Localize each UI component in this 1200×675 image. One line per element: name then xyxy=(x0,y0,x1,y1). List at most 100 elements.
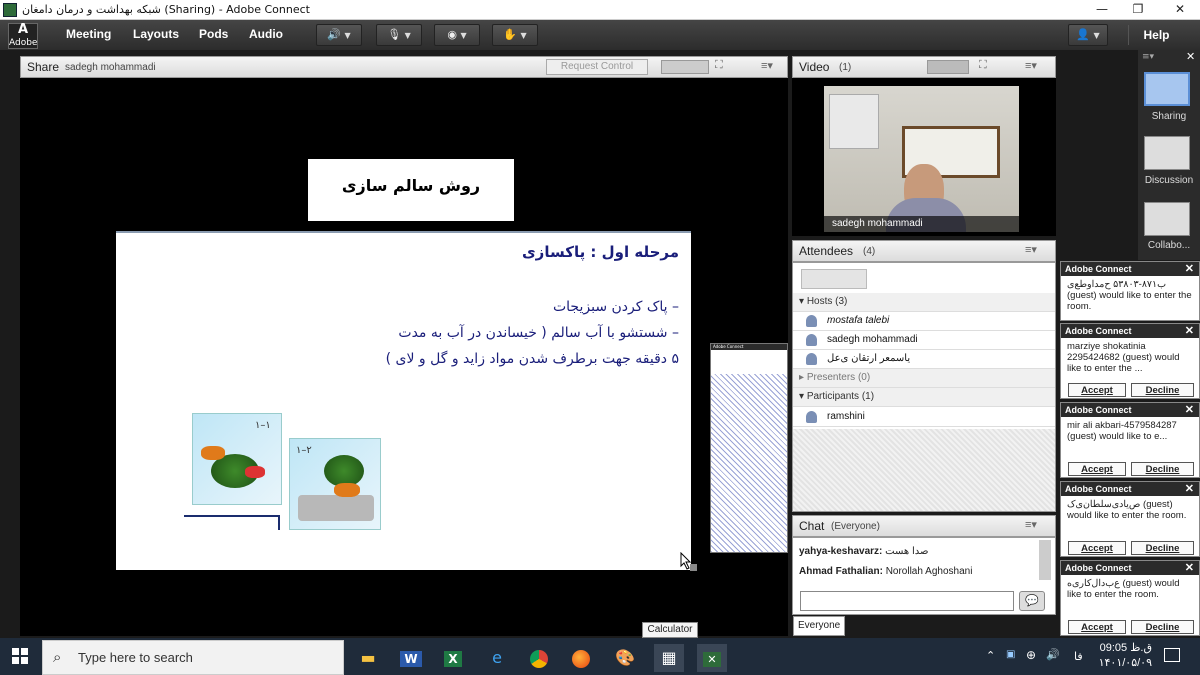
microphone-button[interactable]: 🎙 ▼ xyxy=(376,24,422,46)
language-indicator[interactable]: فا xyxy=(1074,650,1083,663)
webcam-button[interactable]: ◉ ▼ xyxy=(434,24,480,46)
user-icon xyxy=(806,411,817,423)
search-icon: ⌕ xyxy=(53,649,62,666)
search-placeholder: Type here to search xyxy=(78,650,193,665)
maximize-button[interactable]: ❐ xyxy=(1122,0,1154,20)
close-icon[interactable]: ✕ xyxy=(1185,561,1194,575)
group-participants[interactable]: ▾ Participants (1) xyxy=(793,388,1055,407)
taskbar-search-box[interactable]: ⌕ Type here to search xyxy=(42,640,344,675)
attendees-pod-title: Attendees xyxy=(799,244,854,258)
notification-center-icon[interactable] xyxy=(1164,648,1180,662)
close-icon[interactable]: ✕ xyxy=(1185,262,1194,276)
chrome-icon[interactable] xyxy=(524,644,554,672)
chevron-down-icon: ▾ xyxy=(799,391,805,402)
paint-icon[interactable]: 🎨 xyxy=(610,644,640,672)
request-control-button[interactable]: Request Control xyxy=(546,59,648,75)
notification-panel: Adobe Connect ✕ marziye shokatinia 229542… xyxy=(1060,323,1200,399)
adobe-connect-taskbar-icon[interactable]: ✕ xyxy=(697,644,727,672)
excel-icon[interactable]: X xyxy=(438,644,468,672)
decline-button[interactable]: Decline xyxy=(1131,383,1194,397)
calculator-tooltip: Calculator xyxy=(642,622,698,638)
help-menu[interactable]: Help xyxy=(1128,25,1184,45)
accept-button[interactable]: Accept xyxy=(1068,620,1126,634)
share-view-toggle-icon[interactable] xyxy=(661,60,709,74)
user-icon xyxy=(806,353,817,365)
fullscreen-icon[interactable]: ⛶ xyxy=(979,59,987,72)
volume-icon[interactable]: 🔊 xyxy=(1046,648,1060,661)
calculator-icon[interactable]: ▦ xyxy=(654,644,684,672)
accept-button[interactable]: Accept xyxy=(1068,541,1126,555)
attendee-row[interactable]: mostafa talebi xyxy=(793,312,1055,331)
layout-sharing-thumb[interactable] xyxy=(1144,72,1190,106)
attendee-row[interactable]: sadegh mohammadi xyxy=(793,331,1055,350)
attendee-row[interactable]: یاسمعر ارتقان ی‌عل xyxy=(793,350,1055,369)
decline-button[interactable]: Decline xyxy=(1131,620,1194,634)
slide-content: مرحله اول : پاکسازی – پاک کردن سبزیجات –… xyxy=(116,231,691,570)
rail-menu-icon[interactable]: ≡▾ xyxy=(1142,52,1154,62)
menu-layouts[interactable]: Layouts xyxy=(133,27,179,41)
chat-input[interactable] xyxy=(800,591,1014,611)
pod-menu-icon[interactable]: ≡▾ xyxy=(1025,518,1037,531)
chat-scrollbar[interactable] xyxy=(1039,540,1051,580)
chat-recipient-select[interactable]: Everyone xyxy=(793,616,845,636)
chat-send-button[interactable]: 💬 xyxy=(1019,591,1045,611)
accept-button[interactable]: Accept xyxy=(1068,383,1126,397)
notification-header: Adobe Connect ✕ xyxy=(1061,324,1199,338)
layout-collaboration-label: Collabo... xyxy=(1147,240,1191,251)
raise-hand-button[interactable]: ✋ ▼ xyxy=(492,24,538,46)
attendee-view-toggle-icon[interactable] xyxy=(801,269,867,289)
pod-menu-icon[interactable]: ≡▾ xyxy=(1025,59,1037,72)
user-icon xyxy=(806,334,817,346)
speaker-icon: 🔊 xyxy=(327,28,342,41)
user-status-button[interactable]: 👤 ▼ xyxy=(1068,24,1108,46)
decline-button[interactable]: Decline xyxy=(1131,462,1194,476)
webcam-feed: sadegh mohammadi xyxy=(824,86,1019,232)
fullscreen-icon[interactable]: ⛶ xyxy=(715,59,731,75)
close-icon[interactable]: ✕ xyxy=(1185,482,1194,496)
share-pod-title: Share xyxy=(27,60,60,74)
attendee-row[interactable]: ramshini xyxy=(793,408,1055,427)
decline-button[interactable]: Decline xyxy=(1131,541,1194,555)
notification-header: Adobe Connect ✕ xyxy=(1061,262,1199,276)
pod-menu-icon[interactable]: ≡▾ xyxy=(1025,243,1037,256)
close-button[interactable]: ✕ xyxy=(1164,0,1196,20)
word-icon[interactable]: W xyxy=(396,644,426,672)
group-hosts[interactable]: ▾ Hosts (3) xyxy=(793,293,1055,312)
pod-menu-icon[interactable]: ≡▾ xyxy=(761,59,773,72)
minimize-button[interactable]: — xyxy=(1086,0,1118,20)
chat-pod-header: Chat (Everyone) ≡▾ xyxy=(792,515,1056,537)
chevron-right-icon: ▸ xyxy=(799,372,805,383)
video-layout-icon[interactable] xyxy=(927,60,969,74)
notification-body: ب۸۷۱-۵۳۸۰۳ ح‌مداوطع‌ی (guest) would like… xyxy=(1067,279,1192,312)
windows-start-icon[interactable] xyxy=(12,648,28,664)
chevron-down-icon: ▼ xyxy=(520,31,527,40)
user-icon xyxy=(806,315,817,327)
menu-meeting[interactable]: Meeting xyxy=(66,27,111,41)
notification-body: ع‌ب‌دال‌کا‌ری‌ه (guest) would like to en… xyxy=(1067,578,1180,600)
tray-chevron-up-icon[interactable]: ⌃ xyxy=(986,649,995,662)
close-icon[interactable]: ✕ xyxy=(1185,403,1194,417)
internet-explorer-icon[interactable]: e xyxy=(482,644,512,672)
group-presenters[interactable]: ▸ Presenters (0) xyxy=(793,369,1055,388)
close-icon[interactable]: ✕ xyxy=(1185,324,1194,338)
tray-app-icon[interactable]: ▣ xyxy=(1006,649,1015,660)
speaker-toggle-button[interactable]: 🔊 ▼ xyxy=(316,24,362,46)
attendees-list: ▾ Hosts (3) mostafa talebi sadegh mohamm… xyxy=(792,262,1056,512)
accept-button[interactable]: Accept xyxy=(1068,462,1126,476)
chevron-down-icon: ▼ xyxy=(344,31,351,40)
network-icon[interactable]: ⊕ xyxy=(1026,648,1036,662)
layout-discussion-thumb[interactable] xyxy=(1144,136,1190,170)
slide-step-heading: مرحله اول : پاکسازی xyxy=(521,243,679,261)
rail-close-icon[interactable]: ✕ xyxy=(1186,50,1195,63)
taskbar-clock[interactable]: 09:05 ق.ظ ۱۴۰۱/۰۵/۰۹ xyxy=(1092,641,1152,671)
notification-panel: Adobe Connect ✕ ص‌یادی‌سلطان‌ی‌ک (guest) … xyxy=(1060,481,1200,557)
slide-decoration-line xyxy=(184,515,280,530)
file-explorer-icon[interactable]: ▬ xyxy=(353,644,383,672)
layout-collaboration-thumb[interactable] xyxy=(1144,202,1190,236)
notification-header: Adobe Connect ✕ xyxy=(1061,403,1199,417)
menu-audio[interactable]: Audio xyxy=(249,27,283,41)
speech-bubble-icon: 💬 xyxy=(1025,594,1039,607)
video-pod-header: Video (1) ⛶ ≡▾ xyxy=(792,56,1056,78)
firefox-icon[interactable] xyxy=(566,644,596,672)
menu-pods[interactable]: Pods xyxy=(199,27,228,41)
